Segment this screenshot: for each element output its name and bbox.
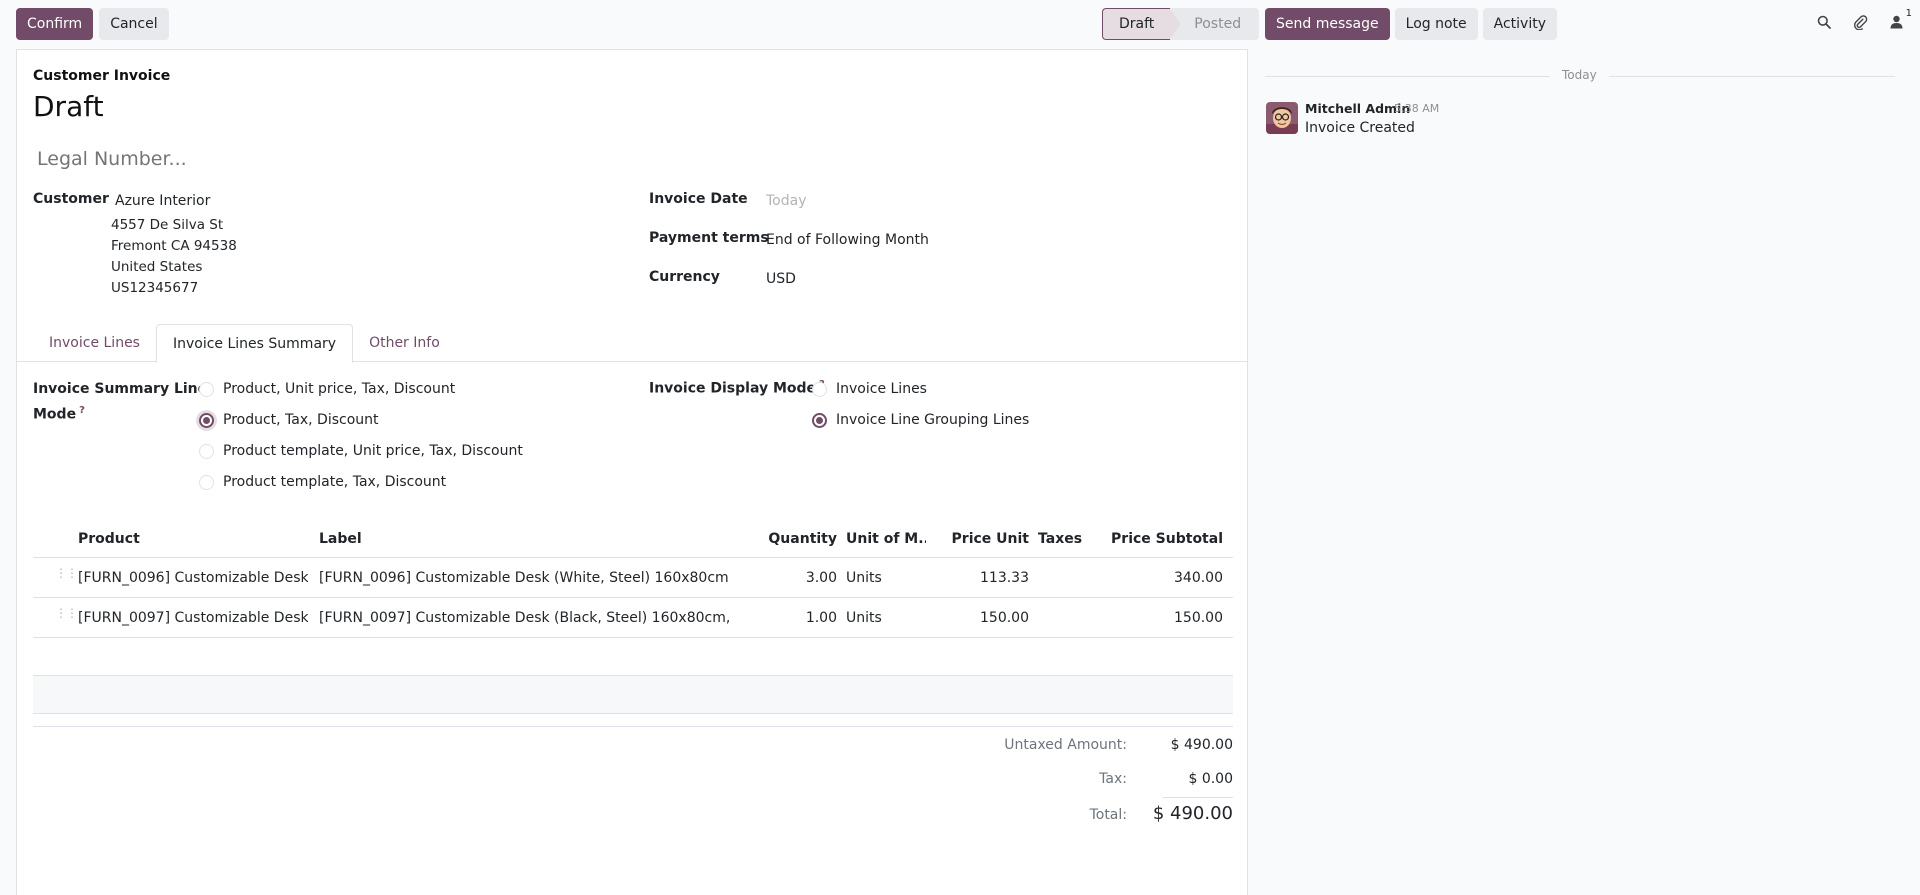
invoice-lines-table: Product Label Quantity Unit of M... Pric… xyxy=(33,520,1233,714)
tab-other-info[interactable]: Other Info xyxy=(353,324,456,362)
radio-label: Product template, Unit price, Tax, Disco… xyxy=(223,443,523,459)
address-line: United States xyxy=(111,259,203,275)
column-header-product[interactable]: Product xyxy=(78,520,308,557)
chatter-icons: 1 xyxy=(1816,8,1912,30)
stage-posted[interactable]: Posted xyxy=(1170,8,1260,40)
untaxed-amount-value: $ 490.00 xyxy=(1170,737,1233,753)
empty-row xyxy=(33,638,1233,676)
table-row[interactable]: ⋮⋮ [FURN_0096] Customizable Desk (... [F… xyxy=(33,558,1233,598)
radio-button[interactable] xyxy=(812,381,827,397)
display-mode-option[interactable]: Invoice Line Grouping Lines xyxy=(812,412,1029,428)
customer-label: Customer xyxy=(33,191,109,207)
currency-field[interactable]: USD xyxy=(766,271,796,287)
radio-button-selected[interactable] xyxy=(199,412,214,428)
cell-price-subtotal: 150.00 xyxy=(1174,609,1223,626)
document-type: Customer Invoice xyxy=(33,68,171,84)
date-separator: Today xyxy=(1550,68,1609,82)
address-line: US12345677 xyxy=(111,280,199,296)
customer-address: 4557 De Silva St Fremont CA 94538 United… xyxy=(111,215,237,299)
summary-mode-label-line2: Mode xyxy=(33,406,77,423)
display-mode-label: Invoice Display Mode? xyxy=(649,379,825,397)
summary-mode-label-line1: Invoice Summary Line xyxy=(33,381,208,397)
send-message-button[interactable]: Send message xyxy=(1265,8,1390,40)
radio-button[interactable] xyxy=(199,474,214,490)
tab-invoice-lines[interactable]: Invoice Lines xyxy=(33,324,156,362)
drag-handle-icon[interactable]: ⋮⋮ xyxy=(55,607,78,625)
followers-icon[interactable]: 1 xyxy=(1888,8,1912,30)
follower-count: 1 xyxy=(1905,8,1912,19)
confirm-button[interactable]: Confirm xyxy=(16,8,94,40)
summary-mode-label: Invoice Summary Line Mode? xyxy=(33,379,207,426)
table-row[interactable]: ⋮⋮ [FURN_0097] Customizable Desk (... [F… xyxy=(33,598,1233,638)
display-mode-option[interactable]: Invoice Lines xyxy=(812,381,927,397)
cell-quantity[interactable]: 3.00 xyxy=(745,558,837,597)
radio-button[interactable] xyxy=(199,443,214,459)
form-control-buttons: Confirm Cancel xyxy=(16,8,169,40)
summary-mode-option[interactable]: Product, Tax, Discount xyxy=(199,412,379,428)
avatar[interactable] xyxy=(1266,102,1298,134)
message-body: Invoice Created xyxy=(1305,120,1415,136)
currency-label: Currency xyxy=(649,269,720,285)
column-header-label[interactable]: Label xyxy=(319,520,739,557)
radio-button[interactable] xyxy=(199,381,214,397)
message-time: 5:38 AM xyxy=(1394,102,1440,115)
stage-draft[interactable]: Draft xyxy=(1102,8,1183,40)
table-header: Product Label Quantity Unit of M... Pric… xyxy=(33,520,1233,558)
totals-divider xyxy=(1163,797,1233,798)
summary-mode-option[interactable]: Product template, Tax, Discount xyxy=(199,474,446,490)
total-value: $ 490.00 xyxy=(1152,803,1233,824)
column-header-quantity[interactable]: Quantity xyxy=(745,520,837,557)
cell-label[interactable]: [FURN_0097] Customizable Desk (Black, St… xyxy=(319,598,729,637)
radio-label: Product, Unit price, Tax, Discount xyxy=(223,381,456,397)
display-mode-label-text: Invoice Display Mode xyxy=(649,380,817,397)
invoice-date-label: Invoice Date xyxy=(649,191,748,207)
untaxed-amount-label: Untaxed Amount: xyxy=(1004,737,1127,753)
tax-label: Tax: xyxy=(1099,771,1127,787)
status-bar: Draft Posted xyxy=(1102,8,1260,40)
legal-number-input[interactable] xyxy=(37,148,437,170)
drag-handle-icon[interactable]: ⋮⋮ xyxy=(55,567,78,585)
cell-uom[interactable]: Units xyxy=(846,558,926,597)
cell-price-unit[interactable]: 150.00 xyxy=(926,598,1029,637)
cell-uom[interactable]: Units xyxy=(846,598,926,637)
tab-invoice-lines-summary[interactable]: Invoice Lines Summary xyxy=(155,324,354,363)
search-icon[interactable] xyxy=(1816,14,1832,30)
paperclip-icon[interactable] xyxy=(1852,14,1868,30)
cell-label[interactable]: [FURN_0096] Customizable Desk (White, St… xyxy=(319,558,729,597)
invoice-totals: Untaxed Amount: $ 490.00 Tax: $ 0.00 Tot… xyxy=(33,726,1233,824)
customer-field[interactable]: Azure Interior xyxy=(115,193,210,209)
cell-product[interactable]: [FURN_0096] Customizable Desk (... xyxy=(78,558,308,597)
column-header-uom[interactable]: Unit of M... xyxy=(846,520,926,557)
radio-button-selected[interactable] xyxy=(812,412,827,428)
log-note-button[interactable]: Log note xyxy=(1394,8,1478,40)
help-icon[interactable]: ? xyxy=(79,405,85,416)
cell-price-unit[interactable]: 113.33 xyxy=(926,558,1029,597)
address-line: 4557 De Silva St xyxy=(111,217,224,233)
chatter-topbar: Send message Log note Activity xyxy=(1265,8,1557,40)
empty-row xyxy=(33,676,1233,714)
address-line: Fremont CA 94538 xyxy=(111,238,237,254)
invoice-date-field[interactable]: Today xyxy=(766,193,807,209)
cell-product[interactable]: [FURN_0097] Customizable Desk (... xyxy=(78,598,308,637)
column-header-price-subtotal[interactable]: Price Subtotal xyxy=(1103,520,1223,557)
payment-terms-label: Payment terms xyxy=(649,230,769,246)
radio-label: Invoice Lines xyxy=(836,381,927,397)
cell-quantity[interactable]: 1.00 xyxy=(745,598,837,637)
column-header-price-unit[interactable]: Price Unit xyxy=(926,520,1029,557)
radio-label: Product template, Tax, Discount xyxy=(223,474,447,490)
total-label: Total: xyxy=(1089,807,1127,823)
tax-value: $ 0.00 xyxy=(1188,771,1233,787)
cancel-button[interactable]: Cancel xyxy=(99,8,169,40)
notebook-tabs: Invoice Lines Invoice Lines Summary Othe… xyxy=(17,324,1247,363)
payment-terms-field[interactable]: End of Following Month xyxy=(766,232,929,248)
radio-label: Invoice Line Grouping Lines xyxy=(836,412,1030,428)
cell-price-subtotal: 340.00 xyxy=(1174,569,1223,586)
radio-label: Product, Tax, Discount xyxy=(223,412,379,428)
form-sheet: Customer Invoice Draft Customer Azure In… xyxy=(16,49,1248,895)
activity-button[interactable]: Activity xyxy=(1482,8,1557,40)
summary-mode-option[interactable]: Product, Unit price, Tax, Discount xyxy=(199,381,455,397)
page-title: Draft xyxy=(33,90,104,123)
summary-mode-option[interactable]: Product template, Unit price, Tax, Disco… xyxy=(199,443,523,459)
